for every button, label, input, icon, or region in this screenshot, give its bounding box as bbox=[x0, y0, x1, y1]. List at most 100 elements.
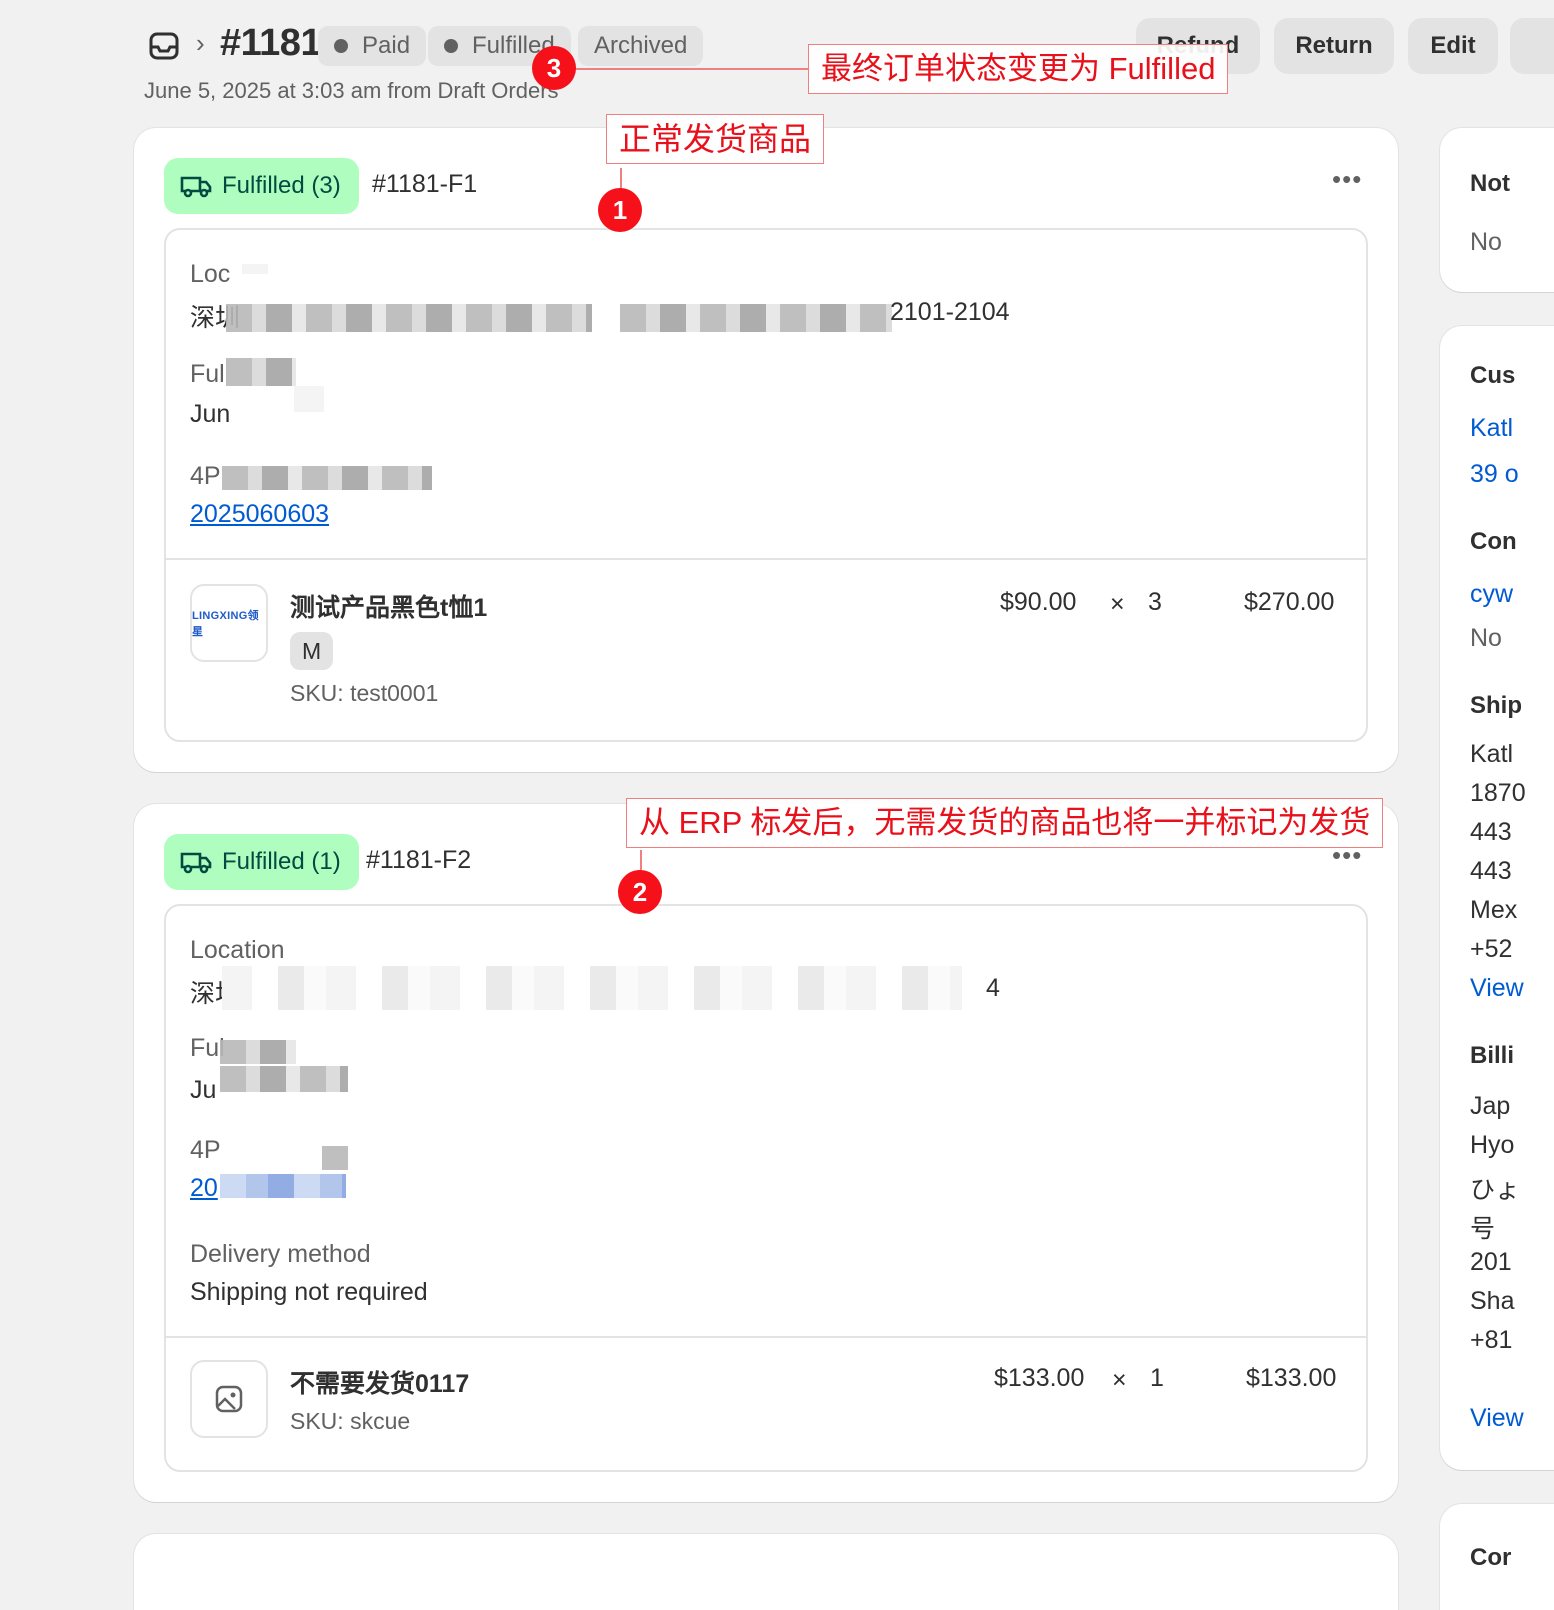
status-dot-icon bbox=[444, 39, 458, 53]
redacted-carrier bbox=[322, 1146, 348, 1170]
billing-line: Hyo bbox=[1470, 1131, 1515, 1159]
location-label: Location bbox=[190, 936, 285, 964]
order-subtitle: June 5, 2025 at 3:03 am from Draft Order… bbox=[144, 78, 559, 103]
conversion-title: Cor bbox=[1470, 1544, 1512, 1571]
view-map-link[interactable]: View bbox=[1470, 1404, 1524, 1433]
location-value-end: 2101-2104 bbox=[890, 298, 1010, 326]
contact-email-link[interactable]: cyw bbox=[1470, 580, 1513, 609]
fulfilled-badge-label: Fulfilled (1) bbox=[222, 848, 341, 875]
view-map-link[interactable]: View bbox=[1470, 974, 1524, 1003]
redacted-address bbox=[226, 304, 592, 332]
unit-price: $133.00 bbox=[994, 1364, 1085, 1392]
product-name-link[interactable]: 测试产品黑色t恤1 bbox=[290, 588, 487, 624]
delivery-method-value: Shipping not required bbox=[190, 1278, 428, 1306]
badge-label: Archived bbox=[594, 32, 688, 59]
brand-logo-text: LINGXING领星 bbox=[192, 610, 259, 638]
multiply-sign: × bbox=[1110, 590, 1125, 618]
shipping-line: 443 bbox=[1470, 857, 1512, 885]
customer-card: Cus Katl 39 o Con cyw No Ship Katl 1870 … bbox=[1440, 326, 1554, 1470]
divider bbox=[166, 558, 1366, 560]
fulfillment-card-2: Fulfilled (1) #1181-F2 ••• Location 深圳 4… bbox=[134, 804, 1398, 1502]
customer-orders-link[interactable]: 39 o bbox=[1470, 460, 1519, 489]
more-horizontal-icon[interactable]: ••• bbox=[1332, 164, 1362, 195]
product-thumbnail[interactable] bbox=[190, 1360, 268, 1438]
redacted-label bbox=[242, 264, 268, 274]
annotation-3-text: 最终订单状态变更为 Fulfilled bbox=[808, 44, 1229, 94]
truck-icon bbox=[180, 176, 212, 198]
badge-label: Paid bbox=[362, 32, 411, 59]
next-card bbox=[134, 1534, 1398, 1610]
billing-line: Sha bbox=[1470, 1287, 1515, 1315]
delivery-method-label: Delivery method bbox=[190, 1240, 371, 1268]
annotation-marker-2: 2 bbox=[618, 870, 662, 914]
customer-title: Cus bbox=[1470, 362, 1516, 389]
customer-name-link[interactable]: Katl bbox=[1470, 414, 1513, 443]
fulfilled-date-value: Ju bbox=[190, 1076, 217, 1104]
annotation-marker-1: 1 bbox=[598, 188, 642, 232]
annotation-2-text: 从 ERP 标发后，无需发货的商品也将一并标记为发货 bbox=[626, 798, 1384, 848]
divider bbox=[166, 1336, 1366, 1338]
fulfilled-badge: Fulfilled (1) bbox=[164, 834, 359, 890]
fulfilled-badge: Fulfilled (3) bbox=[164, 158, 359, 214]
page-header: › #1181 Paid Fulfilled Archived June 5, … bbox=[0, 0, 1554, 120]
breadcrumb-chevron-icon: › bbox=[196, 28, 205, 58]
location-label: Loc bbox=[190, 260, 231, 288]
fulfillment-details-box: Location 深圳 4 Ful Ju 4P 20 Delivery meth… bbox=[164, 904, 1368, 1472]
image-placeholder-icon bbox=[215, 1385, 243, 1413]
quantity: 3 bbox=[1148, 588, 1162, 616]
line-total: $270.00 bbox=[1244, 588, 1335, 616]
product-name-link[interactable]: 不需要发货0117 bbox=[290, 1364, 469, 1400]
sku-text: SKU: skcue bbox=[290, 1408, 411, 1434]
status-dot-icon bbox=[334, 39, 348, 53]
shipping-line: 1870 bbox=[1470, 779, 1526, 807]
variant-tag: M bbox=[290, 632, 334, 670]
fulfillment-id: #1181-F2 bbox=[366, 846, 472, 874]
redacted-carrier bbox=[222, 466, 432, 490]
annotation-connector bbox=[560, 68, 810, 70]
redacted-address bbox=[222, 966, 962, 1010]
truck-icon bbox=[180, 852, 212, 874]
paid-status-badge: Paid bbox=[318, 26, 427, 66]
notes-card: Not No bbox=[1440, 128, 1554, 292]
tracking-number-link[interactable]: 20 bbox=[190, 1174, 218, 1203]
fulfillment-details-box: Loc 深圳 2101-2104 Ful Jun 4P 2025060603 L… bbox=[164, 228, 1368, 742]
more-actions-button[interactable] bbox=[1510, 18, 1554, 74]
sku-text: SKU: test0001 bbox=[290, 680, 439, 706]
redacted-date bbox=[220, 1040, 296, 1064]
product-thumbnail[interactable]: LINGXING领星 bbox=[190, 584, 268, 662]
shipping-line: +52 bbox=[1470, 935, 1513, 963]
billing-address-title: Billi bbox=[1470, 1042, 1515, 1069]
order-title: #1181 bbox=[220, 22, 322, 64]
tracking-number-link[interactable]: 2025060603 bbox=[190, 500, 329, 529]
orders-inbox-icon[interactable] bbox=[148, 30, 180, 62]
shipping-line: Katl bbox=[1470, 740, 1514, 768]
redacted-date bbox=[220, 1066, 348, 1092]
conversion-card: Cor bbox=[1440, 1504, 1554, 1610]
redacted-address bbox=[620, 304, 892, 332]
unit-price: $90.00 bbox=[1000, 588, 1077, 616]
billing-line: ひょ bbox=[1470, 1176, 1521, 1204]
redacted-date bbox=[226, 358, 296, 386]
fulfilled-badge-label: Fulfilled (3) bbox=[222, 172, 341, 199]
contact-phone: No bbox=[1470, 624, 1502, 652]
annotation-marker-3: 3 bbox=[532, 46, 576, 90]
contact-title: Con bbox=[1470, 528, 1517, 555]
edit-button[interactable]: Edit bbox=[1408, 18, 1498, 74]
billing-line: 201 bbox=[1470, 1248, 1512, 1276]
redacted-tracking bbox=[220, 1174, 346, 1198]
shipping-line: Mex bbox=[1470, 896, 1518, 924]
line-total: $133.00 bbox=[1246, 1364, 1337, 1392]
return-button[interactable]: Return bbox=[1274, 18, 1394, 74]
billing-line: +81 bbox=[1470, 1326, 1513, 1354]
fulfillment-card-1: Fulfilled (3) #1181-F1 ••• Loc 深圳 2101-2… bbox=[134, 128, 1398, 772]
archived-status-badge: Archived bbox=[578, 26, 704, 66]
location-value-end: 4 bbox=[986, 974, 1000, 1002]
fulfillment-id: #1181-F1 bbox=[372, 170, 478, 198]
fulfilled-date-label: Ful bbox=[190, 360, 225, 388]
shipping-line: 443 bbox=[1470, 818, 1512, 846]
notes-text: No bbox=[1470, 228, 1502, 256]
shipping-address-title: Ship bbox=[1470, 692, 1522, 719]
carrier-label: 4P bbox=[190, 462, 221, 490]
billing-line: 号 bbox=[1470, 1215, 1496, 1243]
annotation-1-text: 正常发货商品 bbox=[606, 114, 825, 164]
